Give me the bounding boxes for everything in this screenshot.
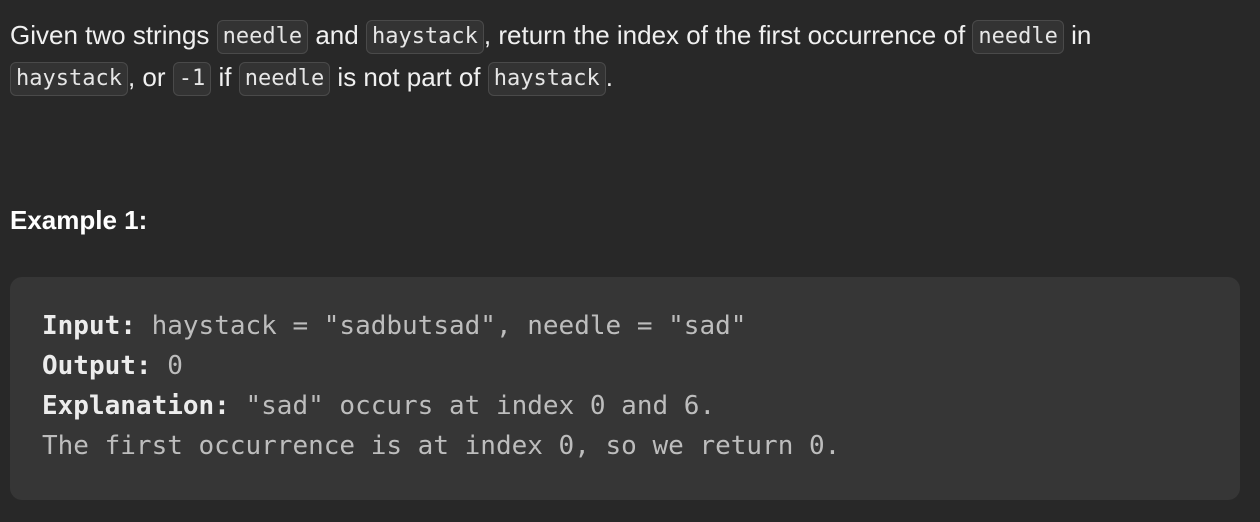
output-value: 0 [151,351,183,381]
code-minus-one: -1 [172,62,212,96]
code-needle: needle [972,20,1064,54]
code-needle: needle [216,20,309,54]
description-text: Given two strings [10,20,217,50]
example-input-line: Input: haystack = "sadbutsad", needle = … [42,306,1240,346]
description-text: in [1063,20,1092,50]
description-text: , or [127,62,173,92]
code-haystack: haystack [365,20,484,54]
example-explanation-line: Explanation: "sad" occurs at index 0 and… [42,386,1240,426]
example-output-line: Output: 0 [42,346,1240,386]
description-text: . [605,62,613,92]
description-text: , return the index of the first occurren… [483,20,973,50]
problem-description: Given two strings needle and haystack, r… [10,14,1245,98]
example-explanation-line-2: The first occurrence is at index 0, so w… [42,431,841,461]
explanation-label: Explanation: [42,391,230,421]
example-block: Input: haystack = "sadbutsad", needle = … [10,277,1240,500]
code-needle: needle [238,62,331,96]
description-text: is not part of [330,62,488,92]
code-haystack: haystack [487,62,606,96]
example-title: Example 1: [10,205,148,235]
explanation-value: "sad" occurs at index 0 and 6. [229,391,716,421]
output-label: Output: [42,351,152,381]
description-text: if [211,62,239,92]
input-value: haystack = "sadbutsad", needle = "sad" [135,311,747,341]
code-haystack: haystack [10,62,128,96]
description-text: and [308,20,366,50]
input-label: Input: [42,311,136,341]
